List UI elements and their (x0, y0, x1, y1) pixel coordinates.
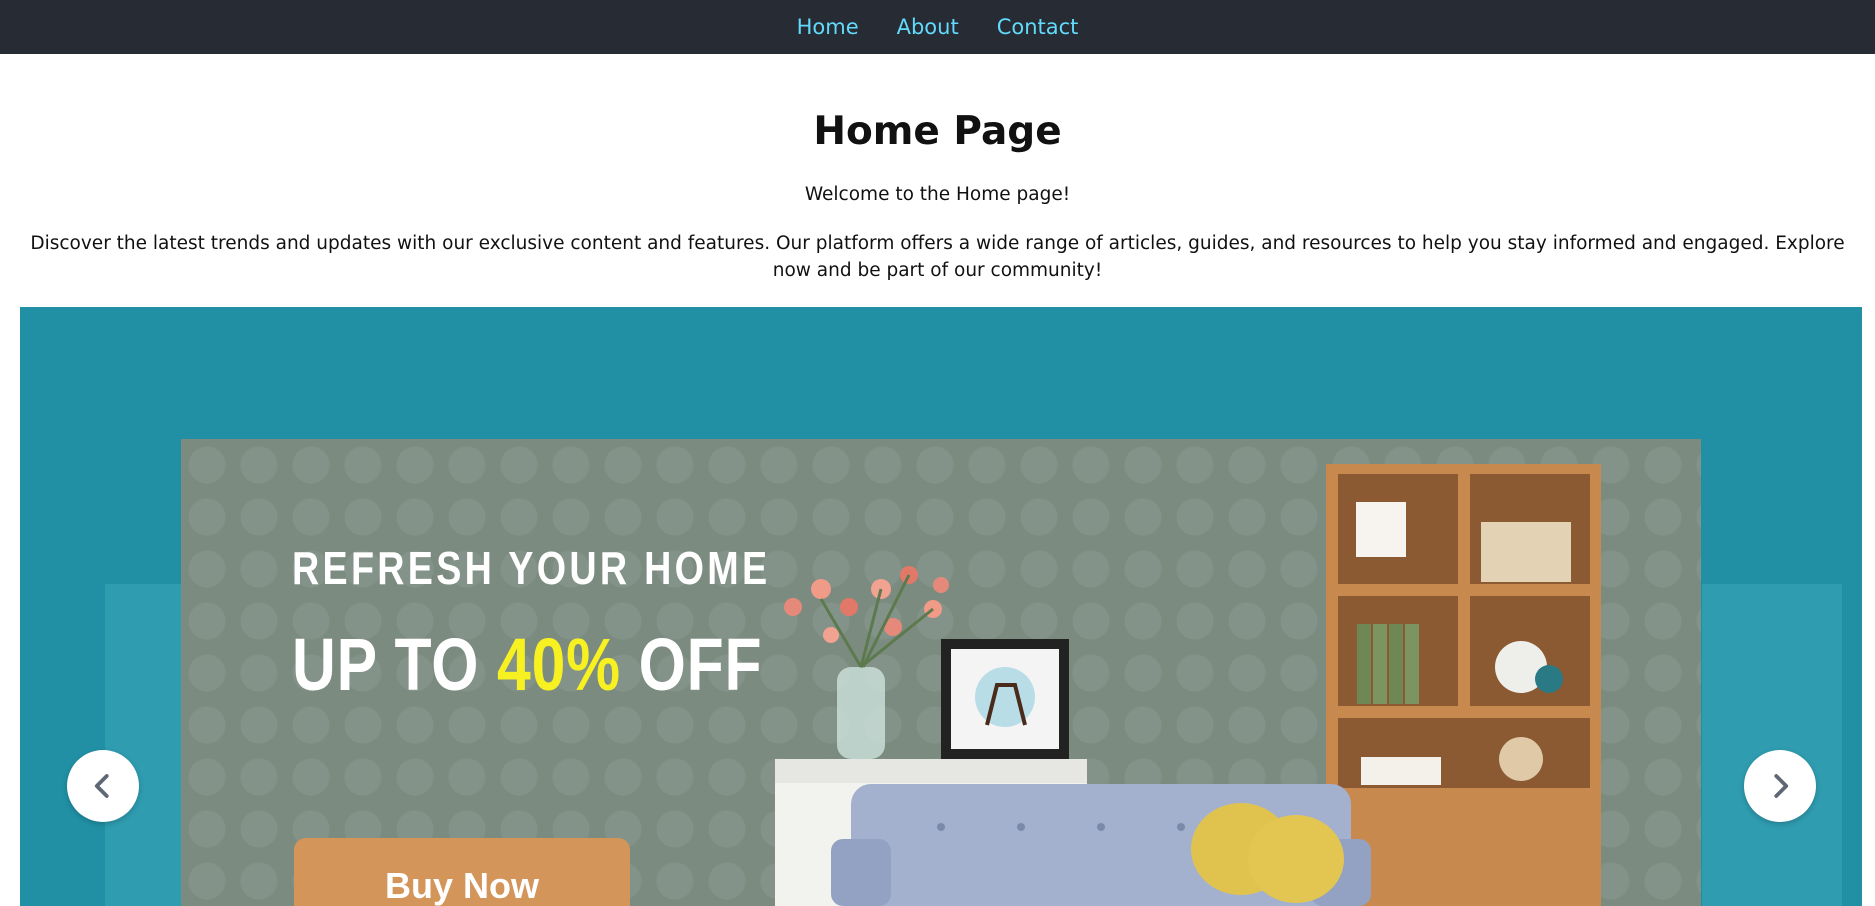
nav-link-home[interactable]: Home (797, 15, 859, 39)
nav-link-contact[interactable]: Contact (997, 15, 1079, 39)
carousel-next-button[interactable] (1744, 750, 1816, 822)
offer-suffix: OFF (620, 623, 763, 706)
chevron-left-icon (94, 774, 109, 798)
offer-highlight: 40% (497, 623, 621, 706)
carousel-prev-button[interactable] (67, 750, 139, 822)
page-title: Home Page (813, 109, 1062, 154)
sofa-shape (831, 784, 1371, 906)
banner-kicker-text: REFRESH YOUR HOME (292, 542, 771, 594)
flowers-shape (784, 566, 949, 669)
top-navbar: Home About Contact (0, 0, 1875, 54)
buy-now-button[interactable]: Buy Now (294, 838, 630, 906)
offer-prefix: UP TO (292, 623, 498, 706)
intro-paragraph: Discover the latest trends and updates w… (30, 232, 1845, 281)
image-carousel: REFRESH YOUR HOME UP TO 40% OFF Buy Now (20, 307, 1862, 906)
main-content: Home Page Welcome to the Home page! Disc… (0, 109, 1875, 284)
banner-offer-text: UP TO 40% OFF (292, 622, 762, 707)
vase-shape (837, 667, 885, 759)
welcome-text: Welcome to the Home page! (804, 183, 1071, 205)
nav-link-about[interactable]: About (897, 15, 959, 39)
chevron-right-icon (1774, 774, 1789, 798)
carousel-slide-banner: REFRESH YOUR HOME UP TO 40% OFF Buy Now (181, 439, 1701, 906)
bookshelf-shape (1326, 464, 1601, 906)
carousel-backdrop-panel (1702, 584, 1842, 906)
